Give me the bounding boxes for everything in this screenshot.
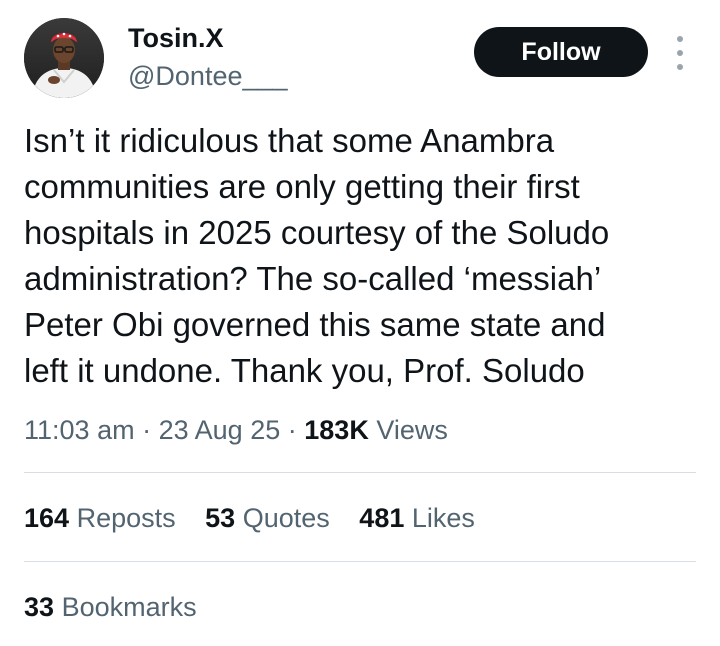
quotes-label: Quotes	[242, 503, 330, 533]
tweet-date[interactable]: 23 Aug 25	[159, 415, 281, 445]
avatar[interactable]	[24, 18, 104, 98]
tweet-meta: 11:03 am · 23 Aug 25 · 183K Views	[24, 410, 448, 450]
meta-separator: ·	[287, 415, 297, 445]
divider	[24, 472, 696, 473]
bookmarks-label: Bookmarks	[61, 592, 197, 622]
tweet-card: Tosin.X @Dontee___ Follow Isn’t it ridic…	[0, 0, 720, 646]
likes-count: 481	[359, 503, 405, 533]
likes-stat[interactable]: 481 Likes	[359, 498, 475, 538]
reposts-stat[interactable]: 164 Reposts	[24, 498, 176, 538]
more-dot	[677, 50, 683, 56]
engagement-stats: 164 Reposts 53 Quotes 481 Likes	[24, 498, 497, 538]
views-label: Views	[376, 415, 448, 445]
tweet-header: Tosin.X @Dontee___ Follow	[24, 18, 696, 100]
meta-separator: ·	[142, 415, 152, 445]
follow-button[interactable]: Follow	[474, 27, 648, 77]
avatar-image	[24, 18, 104, 98]
views-count: 183K	[304, 415, 369, 445]
reposts-count: 164	[24, 503, 70, 533]
quotes-stat[interactable]: 53 Quotes	[205, 498, 330, 538]
more-dot	[677, 64, 683, 70]
tweet-time[interactable]: 11:03 am	[24, 415, 135, 445]
more-vertical-icon[interactable]	[670, 36, 690, 70]
divider	[24, 561, 696, 562]
bookmarks-stat[interactable]: 33 Bookmarks	[24, 587, 197, 627]
tweet-text: Isn’t it ridiculous that some Anambra co…	[24, 122, 610, 389]
user-info[interactable]: Tosin.X @Dontee___	[128, 20, 288, 94]
more-dot	[677, 36, 683, 42]
user-handle[interactable]: @Dontee___	[128, 58, 288, 94]
reposts-label: Reposts	[76, 503, 176, 533]
bookmarks-count: 33	[24, 592, 55, 622]
display-name[interactable]: Tosin.X	[128, 20, 288, 56]
quotes-count: 53	[205, 503, 236, 533]
likes-label: Likes	[411, 503, 475, 533]
